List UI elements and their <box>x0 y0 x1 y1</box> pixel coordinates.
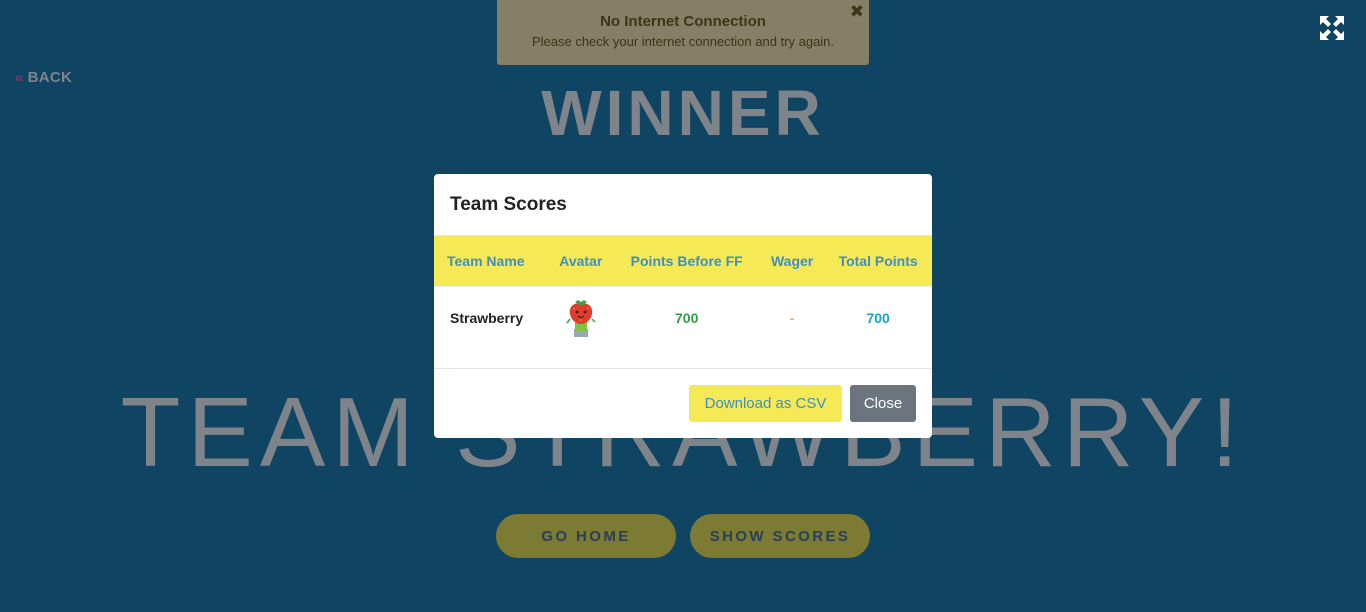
column-header-team-name: Team Name <box>434 236 549 286</box>
modal-title: Team Scores <box>434 174 932 236</box>
close-button[interactable]: Close <box>850 385 916 422</box>
column-header-total-points: Total Points <box>824 236 932 286</box>
column-header-avatar: Avatar <box>548 236 614 286</box>
total-points-cell: 700 <box>824 285 932 350</box>
column-header-wager: Wager <box>760 236 825 286</box>
strawberry-avatar-icon <box>565 297 597 339</box>
scores-table: Team Name Avatar Points Before FF Wager … <box>434 236 932 350</box>
team-scores-modal: Team Scores Team Name Avatar Points Befo… <box>434 174 932 438</box>
toast-message: Please check your internet connection an… <box>531 34 835 49</box>
toast-title: No Internet Connection <box>600 13 766 30</box>
no-internet-toast: No Internet Connection Please check your… <box>497 0 869 65</box>
wager-cell: - <box>760 285 825 350</box>
modal-footer: Download as CSV Close <box>434 368 932 438</box>
team-name-cell: Strawberry <box>434 285 549 350</box>
avatar-cell <box>548 285 614 350</box>
points-before-ff-cell: 700 <box>613 285 761 350</box>
table-header-row: Team Name Avatar Points Before FF Wager … <box>434 236 932 286</box>
download-csv-button[interactable]: Download as CSV <box>689 385 842 422</box>
column-header-points-before-ff: Points Before FF <box>613 236 761 286</box>
table-row: Strawberry 700 - 700 <box>434 285 932 350</box>
toast-close-icon[interactable]: ✖ <box>850 3 864 21</box>
